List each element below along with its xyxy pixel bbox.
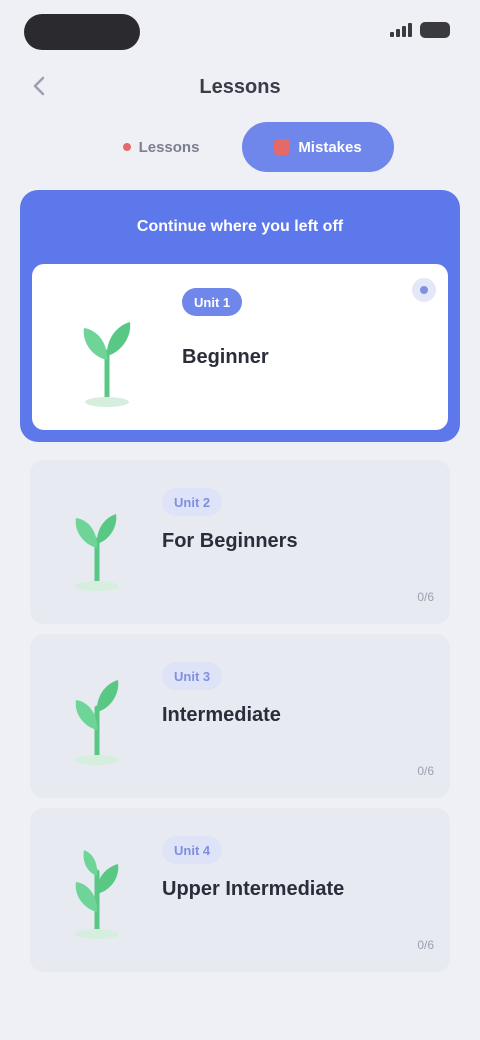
featured-lesson-card[interactable]: Continue where you left off Unit 1 Begin… (20, 190, 460, 442)
lesson-title: Upper Intermediate (162, 878, 345, 900)
segmented-tabs: Lessons Mistakes (96, 122, 398, 174)
status-bar: 9:41 (0, 10, 480, 54)
tab-mistakes[interactable]: Mistakes (242, 122, 394, 172)
lesson-title: Intermediate (162, 704, 281, 726)
page-header: Lessons (0, 62, 480, 110)
featured-lesson-body: Unit 1 Beginner (32, 264, 448, 430)
featured-banner: Continue where you left off (136, 218, 344, 235)
more-icon[interactable] (410, 276, 438, 304)
lesson-progress: 0/6 (417, 938, 434, 952)
plant-icon (75, 514, 119, 591)
lesson-card[interactable]: Unit 3 Intermediate 0/6 (30, 634, 450, 798)
lesson-title: For Beginners (162, 530, 298, 552)
flag-icon (274, 139, 291, 155)
featured-lesson-title: Beginner (182, 346, 269, 368)
tab-lessons[interactable]: Lessons (96, 122, 226, 172)
status-time: 9:41 (24, 14, 140, 50)
lessons-screen: 9:41 Lessons Lessons Mistakes Continue w… (0, 0, 480, 1040)
featured-unit-badge: Unit 1 (182, 288, 243, 316)
tab-lessons-indicator (122, 143, 131, 151)
lesson-unit-badge: Unit 2 (162, 488, 223, 516)
tab-lessons-label: Lessons (138, 138, 200, 156)
plant-icon (75, 680, 119, 765)
lesson-unit-badge: Unit 4 (162, 836, 223, 864)
lesson-progress: 0/6 (417, 590, 434, 604)
lesson-card[interactable]: Unit 2 For Beginners 0/6 (30, 460, 450, 624)
lesson-unit-badge: Unit 3 (162, 662, 223, 690)
signal-icon (390, 23, 412, 37)
plant-icon (83, 322, 131, 407)
battery-icon (420, 22, 450, 38)
status-icons (390, 22, 450, 38)
lesson-progress: 0/6 (417, 764, 434, 778)
page-title: Lessons (199, 76, 281, 98)
lesson-card[interactable]: Unit 4 Upper Intermediate 0/6 (30, 808, 450, 972)
tab-mistakes-label: Mistakes (298, 138, 362, 156)
plant-icon (75, 850, 119, 939)
